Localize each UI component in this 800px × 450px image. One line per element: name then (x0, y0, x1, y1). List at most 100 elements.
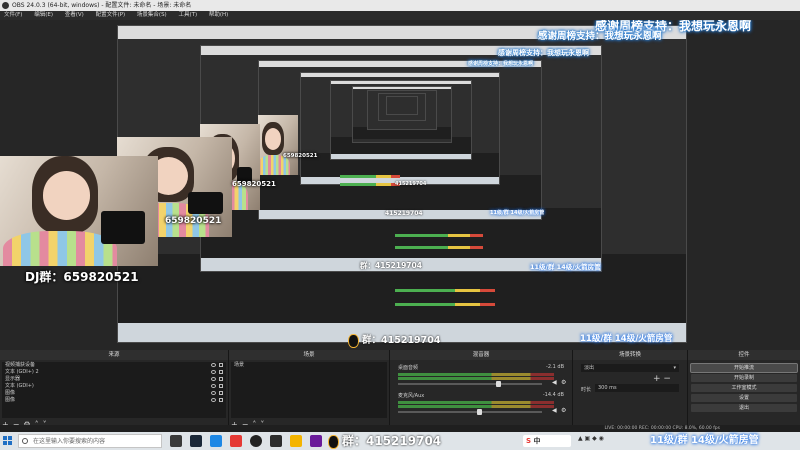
sources-panel: 来源 视频捕获设备 文本 (GDI+) 2 显示器 文本 (GDI+) 图像 图… (0, 350, 229, 430)
ime-toolbar[interactable]: S 中 (523, 435, 571, 447)
scenes-title: 场景 (229, 350, 389, 360)
qq-group-number: 415219704 (385, 210, 423, 217)
scenes-list[interactable]: 场景 (231, 362, 387, 418)
sources-title: 来源 (0, 350, 228, 360)
thanks-banner: 感谢周榜支持：我想玩永恩啊 (538, 31, 662, 42)
visibility-eye-icon[interactable] (211, 377, 216, 381)
nested-audio-meter (395, 289, 495, 292)
source-item[interactable]: 视频捕获设备 (2, 362, 226, 369)
windows-taskbar: 在这里输入你要搜索的内容 群：415219704 S 中 ▲ ▣ ◆ ◉ 11级… (0, 432, 800, 450)
docks-area: 来源 视频捕获设备 文本 (GDI+) 2 显示器 文本 (GDI+) 图像 图… (0, 350, 800, 430)
obs-icon[interactable] (250, 435, 262, 447)
mixer-channel-mic: 麦克风/Aux -14.4 dB (398, 392, 564, 399)
menu-help[interactable]: 帮助(H) (209, 12, 228, 18)
start-recording-button[interactable]: 开始录制 (691, 374, 797, 382)
volume-slider-knob[interactable] (495, 381, 501, 387)
source-item[interactable]: 图像 (2, 390, 226, 397)
qq-penguin-icon (348, 333, 359, 348)
desktop-audio-meter (398, 377, 554, 380)
studio-mode-button[interactable]: 工作室模式 (691, 384, 797, 392)
nested-screen (386, 96, 418, 115)
start-streaming-button[interactable]: 开始推流 (690, 363, 798, 373)
scenes-panel: 场景 场景 +−˄˅ (229, 350, 390, 430)
lock-icon[interactable] (219, 377, 223, 381)
visibility-eye-icon[interactable] (211, 398, 216, 402)
menu-edit[interactable]: 编辑(E) (34, 12, 53, 18)
visibility-eye-icon[interactable] (211, 384, 216, 388)
speaker-icon[interactable]: ◀ (552, 408, 558, 414)
duration-input[interactable]: 300 ms (595, 384, 679, 392)
transition-type-select[interactable]: 淡出 ▾ (581, 364, 679, 372)
mixer-title: 混音器 (390, 350, 572, 360)
level-banner: 11级/群 14级/火箭房管 (650, 435, 759, 446)
nested-audio-meter (395, 246, 483, 249)
menu-bar: 文件(F) 编辑(E) 查看(V) 配置文件(P) 场景集合(S) 工具(T) … (0, 11, 800, 20)
app-icon[interactable] (310, 435, 322, 447)
settings-button[interactable]: 设置 (691, 394, 797, 402)
lock-icon[interactable] (219, 391, 223, 395)
visibility-eye-icon[interactable] (211, 391, 216, 395)
qq-group-label: 群：415219704 (348, 332, 441, 348)
mic-volume-slider[interactable] (398, 409, 542, 415)
dj-group-label: DJ群：659820521 (25, 270, 139, 284)
menu-file[interactable]: 文件(F) (4, 12, 22, 18)
preview-canvas[interactable]: 感谢周榜支持：我想玩永恩啊 感谢周榜支持：我想玩永恩啊 感谢周榜支持：我想玩永恩… (0, 20, 800, 350)
netease-music-icon[interactable] (230, 435, 242, 447)
windows-start-icon[interactable] (3, 436, 13, 446)
level-banner: 11级/群 14级/火箭房管 (530, 263, 601, 271)
window-title: OBS 24.0.3 (64-bit, windows) - 配置文件: 未命名… (12, 2, 192, 9)
tray-icons[interactable]: ▲ ▣ ◆ ◉ (578, 435, 604, 442)
obs-logo-icon (2, 2, 9, 9)
thanks-banner: 感谢周榜支持：我想玩永恩啊 (498, 49, 589, 57)
browser-icon[interactable] (210, 435, 222, 447)
controls-title: 控件 (688, 350, 800, 360)
lock-icon[interactable] (219, 398, 223, 402)
scene-item[interactable]: 场景 (231, 362, 387, 369)
visibility-eye-icon[interactable] (211, 363, 216, 367)
menu-tools[interactable]: 工具(T) (178, 12, 197, 18)
source-item[interactable]: 图像 (2, 397, 226, 404)
steam-icon[interactable] (190, 435, 202, 447)
folder-icon[interactable] (290, 435, 302, 447)
chevron-down-icon: ▾ (673, 365, 676, 371)
nested-audio-meter (340, 183, 400, 186)
level-banner: 11级/群 14级/火箭房管 (580, 334, 673, 344)
dj-group-number: 659820521 (232, 180, 276, 188)
volume-slider-knob[interactable] (477, 409, 483, 415)
thanks-banner: 感谢周榜支持：我想玩永恩啊 (468, 61, 534, 67)
gear-icon[interactable]: ⚙ (561, 380, 567, 386)
task-view-icon[interactable] (170, 435, 182, 447)
visibility-eye-icon[interactable] (211, 370, 216, 374)
menu-profile[interactable]: 配置文件(P) (96, 12, 126, 18)
source-item[interactable]: 显示器 (2, 376, 226, 383)
source-item[interactable]: 文本 (GDI+) 2 (2, 369, 226, 376)
mic-audio-meter (398, 405, 554, 408)
qq-group-label: 群：415219704 (360, 261, 422, 270)
gear-icon[interactable]: ⚙ (561, 408, 567, 414)
transition-add-remove[interactable]: + − (653, 374, 671, 384)
lock-icon[interactable] (219, 370, 223, 374)
nested-audio-meter (395, 303, 495, 306)
status-text: LIVE: 00:00:00 REC: 00:00:00 CPU: 8.0%, … (604, 426, 720, 431)
taskbar-search-input[interactable]: 在这里输入你要搜索的内容 (18, 434, 162, 448)
duration-label: 时长 (581, 387, 592, 393)
lock-icon[interactable] (219, 363, 223, 367)
menu-scene-collection[interactable]: 场景集合(S) (137, 12, 167, 18)
speaker-icon[interactable]: ◀ (552, 380, 558, 386)
level-banner: 11级/群 14级/火箭房管 (490, 210, 545, 216)
nested-webcam (258, 115, 298, 175)
qq-penguin-icon (328, 434, 339, 449)
lock-icon[interactable] (219, 384, 223, 388)
desktop-volume-slider[interactable] (398, 381, 542, 387)
exit-button[interactable]: 退出 (691, 404, 797, 412)
search-icon (22, 438, 28, 444)
menu-view[interactable]: 查看(V) (65, 12, 84, 18)
source-item[interactable]: 文本 (GDI+) (2, 383, 226, 390)
nested-audio-meter (340, 175, 400, 178)
window-titlebar: OBS 24.0.3 (64-bit, windows) - 配置文件: 未命名… (0, 0, 800, 11)
sources-list[interactable]: 视频捕获设备 文本 (GDI+) 2 显示器 文本 (GDI+) 图像 图像 (2, 362, 226, 418)
webcam-feed (0, 156, 158, 266)
app-icon[interactable] (270, 435, 282, 447)
sogou-s-icon: S (526, 437, 532, 445)
transitions-panel: 场景转换 淡出 ▾ + − 时长 300 ms (573, 350, 688, 430)
